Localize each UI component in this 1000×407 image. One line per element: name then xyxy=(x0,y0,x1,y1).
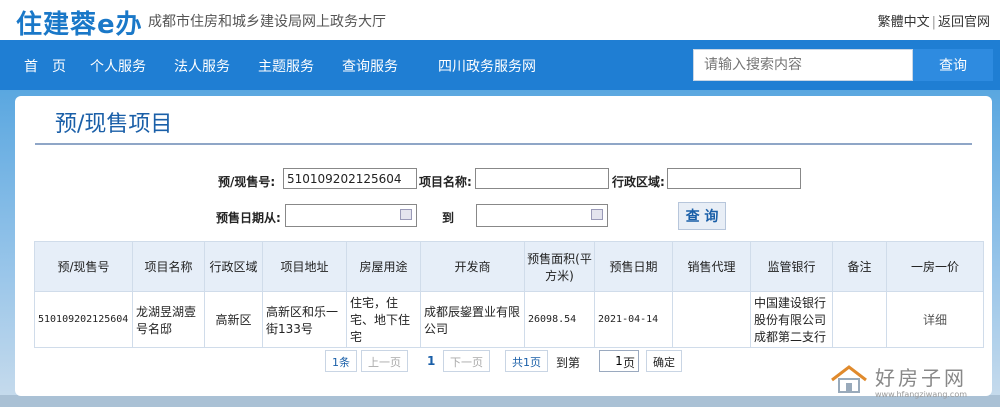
calendar-icon[interactable] xyxy=(400,209,412,220)
pager-confirm-button[interactable]: 确定 xyxy=(646,350,682,372)
cell-usage: 住宅，住宅、地下住宅 xyxy=(346,291,421,348)
col-header-remark: 备注 xyxy=(832,241,887,292)
cell-area: 26098.54 xyxy=(524,291,595,348)
site-logo[interactable]: 住建蓉e办 xyxy=(16,4,143,41)
col-header-usage: 房屋用途 xyxy=(346,241,421,292)
table-header-row: 预/现售号 项目名称 行政区域 项目地址 房屋用途 开发商 预售面积(平方米) … xyxy=(34,241,984,292)
cell-bank: 中国建设银行股份有限公司成都第二支行 xyxy=(750,291,833,348)
cell-project-name: 龙湖昱湖壹号名邸 xyxy=(132,291,205,348)
pager-next-button[interactable]: 下一页 xyxy=(443,350,490,372)
pager-page-unit: 页 xyxy=(623,356,636,370)
pager-count: 1条 xyxy=(325,350,357,372)
site-subtitle: 成都市住房和城乡建设局网上政务大厅 xyxy=(148,14,386,30)
nav-item-personal[interactable]: 个人服务 xyxy=(90,56,146,76)
col-header-bank: 监管银行 xyxy=(750,241,833,292)
search-button[interactable]: 查询 xyxy=(913,49,993,81)
col-header-agent: 销售代理 xyxy=(672,241,751,292)
project-name-input[interactable] xyxy=(475,168,609,189)
pager-current[interactable]: 1 xyxy=(427,354,435,368)
results-table: 预/现售号 项目名称 行政区域 项目地址 房屋用途 开发商 预售面积(平方米) … xyxy=(34,241,984,348)
top-links: 繁體中文 | 返回官网 xyxy=(878,11,990,30)
watermark: 好房子网 www.hfangziwang.com xyxy=(830,358,995,403)
col-header-district: 行政区域 xyxy=(204,241,263,292)
link-separator: | xyxy=(931,15,936,30)
pager-goto-label: 到第 xyxy=(556,356,581,370)
nav-item-query[interactable]: 查询服务 xyxy=(342,56,398,76)
cell-date: 2021-04-14 xyxy=(594,291,673,348)
col-header-project-name: 项目名称 xyxy=(132,241,205,292)
search-input[interactable] xyxy=(693,49,913,81)
district-label: 行政区域: xyxy=(612,175,665,189)
watermark-url: www.hfangziwang.com xyxy=(875,390,968,399)
district-input[interactable] xyxy=(667,168,801,189)
detail-link[interactable]: 详细 xyxy=(886,291,984,348)
page-title: 预/现售项目 xyxy=(55,112,173,137)
nav-item-sichuan-portal[interactable]: 四川政务服务网 xyxy=(438,56,536,76)
col-header-developer: 开发商 xyxy=(420,241,525,292)
house-logo-icon xyxy=(831,365,867,393)
cell-remark xyxy=(832,291,887,348)
col-header-area: 预售面积(平方米) xyxy=(524,241,595,292)
date-to-label: 到 xyxy=(442,211,455,225)
col-header-price: 一房一价 xyxy=(886,241,984,292)
pager-total: 共1页 xyxy=(505,350,548,372)
cell-presale-no: 510109202125604 xyxy=(34,291,133,348)
col-header-presale-no: 预/现售号 xyxy=(34,241,133,292)
title-divider xyxy=(35,143,972,145)
cell-agent xyxy=(672,291,751,348)
col-header-date: 预售日期 xyxy=(594,241,673,292)
date-to-input[interactable] xyxy=(476,204,608,227)
project-name-label: 项目名称: xyxy=(419,175,472,189)
main-nav: 首 页 个人服务 法人服务 主题服务 查询服务 四川政务服务网 查询 xyxy=(0,40,1000,90)
cell-district: 高新区 xyxy=(204,291,263,348)
table-row: 510109202125604 龙湖昱湖壹号名邸 高新区 高新区和乐一街133号… xyxy=(34,291,984,348)
date-from-label: 预售日期从: xyxy=(216,211,281,225)
main-panel: 预/现售项目 预/现售号: 项目名称: 行政区域: 预售日期从: 到 查 询 预… xyxy=(15,96,992,396)
watermark-text: 好房子网 xyxy=(875,366,967,390)
date-from-input[interactable] xyxy=(285,204,417,227)
calendar-icon[interactable] xyxy=(591,209,603,220)
top-header: 住建蓉e办 成都市住房和城乡建设局网上政务大厅 繁體中文 | 返回官网 xyxy=(0,0,1000,40)
return-home-link[interactable]: 返回官网 xyxy=(938,15,990,30)
pager-prev-button[interactable]: 上一页 xyxy=(361,350,408,372)
col-header-address: 项目地址 xyxy=(262,241,347,292)
presale-no-input[interactable] xyxy=(283,168,417,189)
cell-address: 高新区和乐一街133号 xyxy=(262,291,347,348)
nav-item-home[interactable]: 首 页 xyxy=(24,56,66,76)
nav-item-corporate[interactable]: 法人服务 xyxy=(174,56,230,76)
nav-item-topic[interactable]: 主题服务 xyxy=(258,56,314,76)
query-button[interactable]: 查 询 xyxy=(678,202,726,230)
presale-no-label: 预/现售号: xyxy=(218,175,276,189)
cell-developer: 成都辰鋆置业有限公司 xyxy=(420,291,525,348)
traditional-chinese-link[interactable]: 繁體中文 xyxy=(878,15,930,30)
